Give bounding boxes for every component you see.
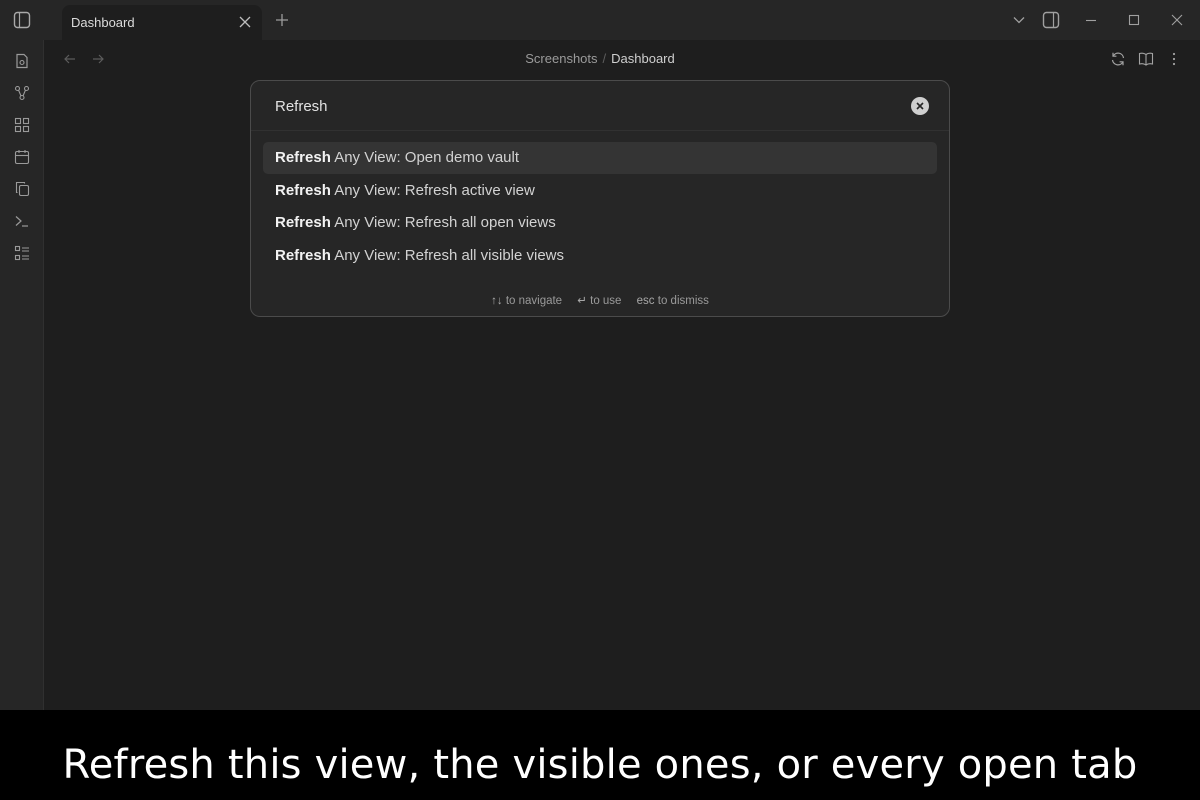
suggestion-item[interactable]: Refresh Any View: Refresh all visible vi… xyxy=(263,240,937,272)
instruction-text: to navigate xyxy=(505,295,563,307)
terminal-icon[interactable] xyxy=(11,210,33,232)
more-vertical-icon[interactable] xyxy=(1163,48,1185,70)
instruction-key: ↑↓ xyxy=(491,295,503,307)
chevron-down-icon[interactable] xyxy=(1008,10,1030,30)
suggestion-item[interactable]: Refresh Any View: Refresh active view xyxy=(263,175,937,207)
blocks-icon[interactable] xyxy=(11,114,33,136)
prompt-instructions: ↑↓ to navigate ↵ to use esc to dismiss xyxy=(251,293,949,307)
book-open-icon[interactable] xyxy=(1135,48,1157,70)
caption-text: Refresh this view, the visible ones, or … xyxy=(62,742,1138,788)
title-bar: Dashboard xyxy=(0,0,1200,40)
suggestion-label: Refresh Any View: Refresh all open views xyxy=(275,214,556,231)
instruction-text: to dismiss xyxy=(657,295,709,307)
close-window-icon[interactable] xyxy=(1166,10,1188,30)
maximize-icon[interactable] xyxy=(1123,10,1145,30)
suggestion-match: Refresh xyxy=(275,214,331,231)
instruction-use: ↵ to use xyxy=(577,295,621,307)
suggestion-match: Refresh xyxy=(275,182,331,199)
suggestion-item[interactable]: Refresh Any View: Open demo vault xyxy=(263,142,937,174)
search-query[interactable]: Refresh xyxy=(275,98,328,115)
breadcrumb: Screenshots / Dashboard xyxy=(0,51,1200,66)
command-search-input[interactable]: Refresh xyxy=(251,81,949,131)
right-sidebar-icon[interactable] xyxy=(1040,10,1062,30)
calendar-icon[interactable] xyxy=(11,146,33,168)
breadcrumb-current[interactable]: Dashboard xyxy=(611,51,675,66)
instruction-key: ↵ xyxy=(577,295,587,307)
suggestion-match: Refresh xyxy=(275,149,331,166)
command-palette: Refresh Refresh Any View: Open demo vaul… xyxy=(250,80,950,317)
suggestion-rest: Any View: Open demo vault xyxy=(330,149,520,166)
sidebar-toggle-icon[interactable] xyxy=(8,8,36,32)
suggestion-label: Refresh Any View: Refresh all visible vi… xyxy=(275,247,564,264)
tab-dashboard[interactable]: Dashboard xyxy=(62,5,262,40)
refresh-icon[interactable] xyxy=(1107,48,1129,70)
app-window: Dashboard Screenshots / Dashboard Refres… xyxy=(0,0,1200,710)
minimize-icon[interactable] xyxy=(1080,10,1102,30)
suggestion-rest: Any View: Refresh all open views xyxy=(330,214,556,231)
instruction-navigate: ↑↓ to navigate xyxy=(491,295,562,307)
suggestion-label: Refresh Any View: Open demo vault xyxy=(275,149,519,166)
breadcrumb-separator: / xyxy=(602,51,607,66)
copy-icon[interactable] xyxy=(11,178,33,200)
close-icon[interactable] xyxy=(236,13,254,31)
plus-icon[interactable] xyxy=(272,10,292,30)
instruction-dismiss: esc to dismiss xyxy=(637,295,709,307)
instruction-text: to use xyxy=(590,295,622,307)
clear-search-icon[interactable] xyxy=(911,97,929,115)
suggestion-item[interactable]: Refresh Any View: Refresh all open views xyxy=(263,207,937,239)
tab-title: Dashboard xyxy=(71,15,135,30)
left-ribbon xyxy=(0,40,44,710)
list-icon[interactable] xyxy=(11,242,33,264)
instruction-key: esc xyxy=(636,295,655,307)
breadcrumb-parent[interactable]: Screenshots xyxy=(525,51,597,66)
suggestion-match: Refresh xyxy=(275,247,331,264)
suggestion-rest: Any View: Refresh active view xyxy=(330,182,535,199)
caption-banner: Refresh this view, the visible ones, or … xyxy=(0,710,1200,800)
suggestion-label: Refresh Any View: Refresh active view xyxy=(275,182,535,199)
suggestion-rest: Any View: Refresh all visible views xyxy=(330,247,565,264)
graph-icon[interactable] xyxy=(11,82,33,104)
